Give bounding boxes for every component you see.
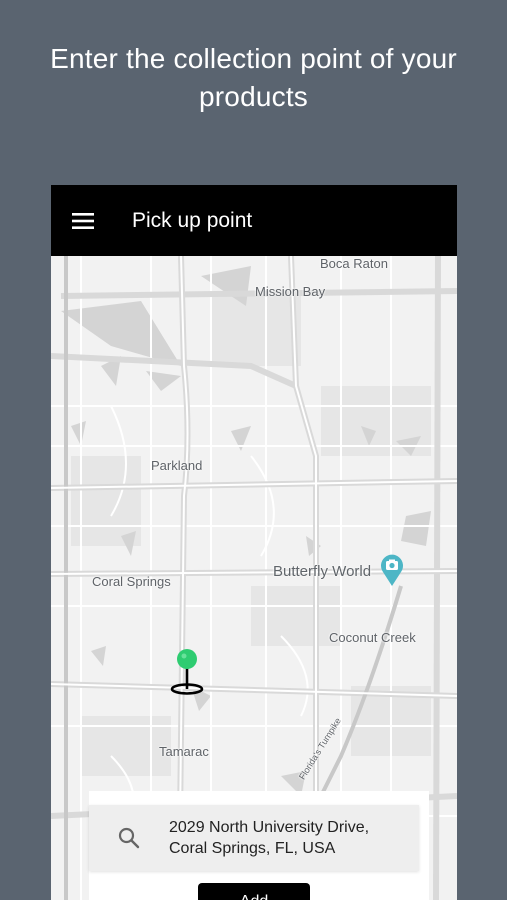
- map-label-boca-raton: Boca Raton: [320, 256, 388, 271]
- page-headline: Enter the collection point of your produ…: [50, 43, 457, 112]
- address-line-1: 2029 North University Drive,: [169, 819, 370, 836]
- map-label-coconut-creek: Coconut Creek: [329, 630, 416, 645]
- address-search-field[interactable]: 2029 North University Drive, Coral Sprin…: [89, 805, 419, 871]
- app-bar-title: Pick up point: [132, 208, 253, 232]
- map-label-parkland: Parkland: [151, 458, 203, 473]
- map-view[interactable]: Boca Raton Mission Bay Parkland Coral Sp…: [51, 256, 457, 900]
- camera-poi-icon[interactable]: [379, 553, 405, 587]
- map-label-mission-bay: Mission Bay: [255, 284, 326, 299]
- map-label-coral-springs: Coral Springs: [92, 574, 171, 589]
- location-pin-icon[interactable]: [170, 648, 204, 696]
- address-text: 2029 North University Drive, Coral Sprin…: [169, 817, 369, 859]
- confirm-button[interactable]: Add: [198, 883, 310, 900]
- map-label-tamarac: Tamarac: [159, 744, 209, 759]
- hamburger-menu-icon: [72, 212, 94, 229]
- search-icon-wrapper: [89, 827, 169, 849]
- address-line-2: Coral Springs, FL, USA: [169, 840, 336, 857]
- phone-screen: Pick up point Boca Raton Mission Bay Par…: [51, 185, 457, 900]
- app-bar: Pick up point: [51, 185, 457, 256]
- map-label-butterfly-world: Butterfly World: [273, 563, 372, 580]
- search-icon: [118, 827, 140, 849]
- menu-button[interactable]: [51, 185, 115, 256]
